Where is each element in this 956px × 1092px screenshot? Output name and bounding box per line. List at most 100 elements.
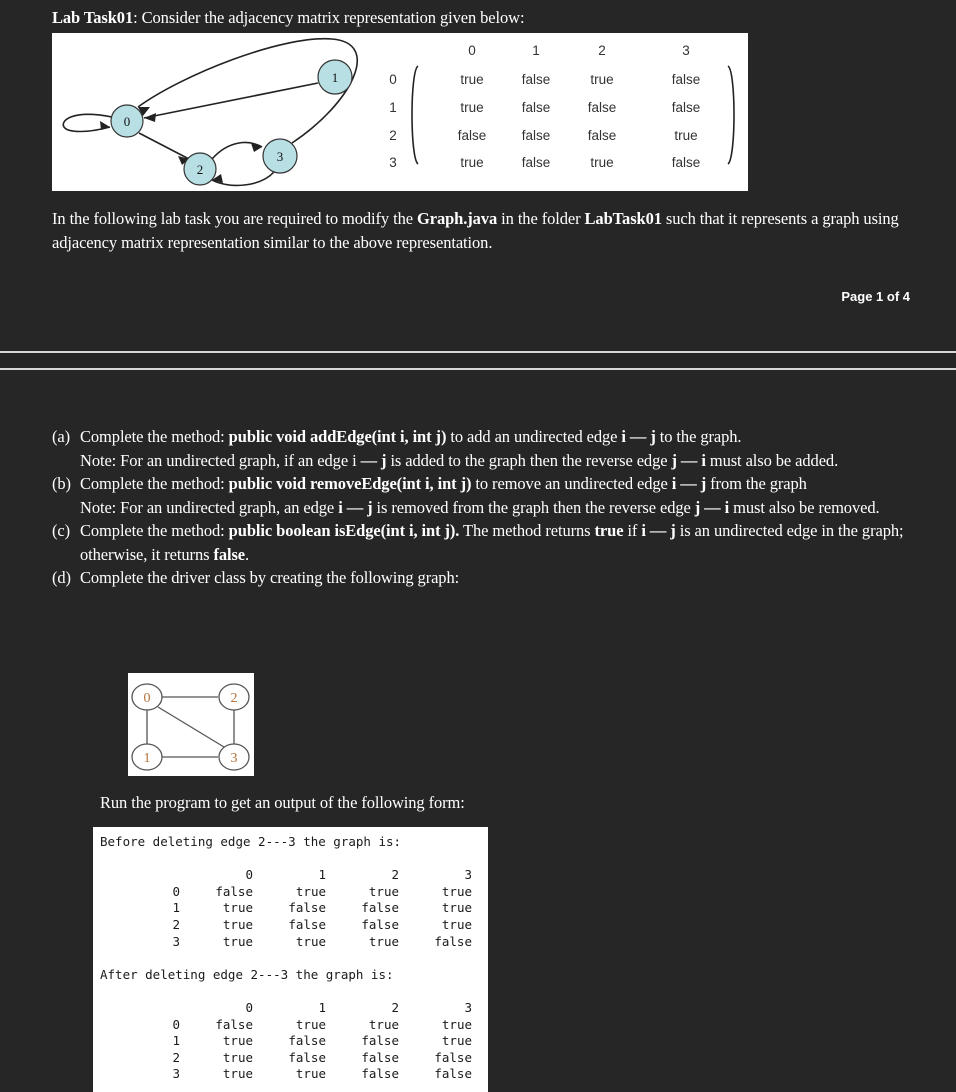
console-block1-col-3: 3 <box>464 867 472 883</box>
console-block1-col-2: 2 <box>391 867 399 883</box>
list-marker-a: (a) <box>52 427 71 446</box>
matrix-group: 0 1 2 3 0 1 2 3 true false true false tr… <box>389 43 735 170</box>
console-block1-corner <box>100 867 184 884</box>
item-c-mid: if <box>623 521 642 540</box>
list-item-a: (a) Complete the method: public void add… <box>52 425 912 472</box>
graph-nodes: 1 0 2 3 <box>110 59 353 186</box>
console-block1-cell-1-2: false <box>361 900 399 916</box>
page-title: Lab Task01: Consider the adjacency matri… <box>52 8 525 28</box>
list-marker-d: (d) <box>52 568 71 587</box>
console-block2-row-label-1: 1 <box>172 1033 180 1049</box>
console-block2-cell-3-3: false <box>434 1066 472 1082</box>
console-block2-cell-2-1: false <box>288 1049 326 1065</box>
console-blank-1 <box>100 851 488 868</box>
item-c-signature: public boolean isEdge(int i, int j). <box>228 521 460 540</box>
console-block2-cell-1-0: true <box>222 1033 253 1049</box>
table-row: 3 true true true false <box>100 934 476 951</box>
console-blank-2 <box>100 950 488 967</box>
matrix-col-header-3: 3 <box>682 43 690 58</box>
console-block2-cell-3-2: false <box>361 1066 399 1082</box>
matrix-cell-1-3: false <box>672 100 701 115</box>
item-b-note-tail: must also be removed. <box>729 497 880 517</box>
item-a-post: to add an undirected edge <box>446 427 622 446</box>
item-b-note: Note: For an undirected graph, an edge i… <box>80 496 912 520</box>
matrix-cell-1-2: false <box>588 100 617 115</box>
table-row: 3 true true false false <box>100 1066 476 1083</box>
matrix-cell-2-3: true <box>674 128 697 143</box>
console-block2-header: After deleting edge 2---3 the graph is: <box>100 966 394 982</box>
list-marker-b: (b) <box>52 474 71 493</box>
console-block2-cell-2-2: false <box>361 1049 399 1065</box>
item-b-note-mid: is removed from the graph then the rever… <box>372 497 695 517</box>
matrix-cell-3-1: false <box>522 155 551 170</box>
arrowhead-self-0 <box>100 121 110 130</box>
intro-text-2: in the folder <box>497 209 585 228</box>
item-d-text: Complete the driver class by creating th… <box>80 568 460 587</box>
mini-node-1-label: 1 <box>144 751 151 766</box>
driver-graph-figure: 0 2 1 3 <box>128 673 254 776</box>
item-a-tail: to the graph. <box>655 427 742 446</box>
item-b-note-pre: Note: For an undirected graph, an edge <box>80 497 339 517</box>
table-row: 0 false true true true <box>100 1017 476 1034</box>
matrix-cell-0-1: false <box>522 72 551 87</box>
console-block2-cell-1-3: true <box>441 1033 472 1049</box>
item-a-note-mid: is added to the graph then the reverse e… <box>386 450 672 470</box>
console-block1-row-label-2: 2 <box>172 916 180 932</box>
table-row: 1 true false false true <box>100 1033 476 1050</box>
item-b-tail: from the graph <box>706 474 807 493</box>
mini-node-0-label: 0 <box>144 691 151 706</box>
task-list: (a) Complete the method: public void add… <box>52 425 912 590</box>
page-number-text: Page 1 of 4 <box>841 289 910 304</box>
item-b-edge: i — j <box>671 474 707 493</box>
task-title-bold: Lab Task01 <box>52 8 134 27</box>
mini-edges <box>146 696 235 758</box>
list-marker-c: (c) <box>52 521 71 540</box>
run-program-instruction: Run the program to get an output of the … <box>100 793 465 813</box>
console-block1-cell-3-3: false <box>434 933 472 949</box>
console-block1-cell-0-3: true <box>441 883 472 899</box>
console-block1-cell-0-1: true <box>295 883 326 899</box>
item-c-pre: Complete the method: <box>80 521 229 540</box>
console-block1-col-0: 0 <box>245 867 253 883</box>
mini-node-3-label: 3 <box>231 751 238 766</box>
item-c-false: false <box>213 544 246 564</box>
item-a-pre: Complete the method: <box>80 427 229 446</box>
console-block1-table: 0 1 2 3 0 false true true true 1 true fa… <box>100 867 476 950</box>
console-block2-cell-0-3: true <box>441 1016 472 1032</box>
labtask01-ref: LabTask01 <box>584 209 662 228</box>
console-block2-cell-0-0: false <box>215 1016 253 1032</box>
matrix-cell-3-2: true <box>590 155 613 170</box>
console-block2-col-1: 1 <box>318 999 326 1015</box>
node-2-label: 2 <box>197 162 204 177</box>
table-row: 2 true false false true <box>100 917 476 934</box>
console-block2-row-label-2: 2 <box>172 1049 180 1065</box>
console-block1-header-row: 0 1 2 3 <box>100 867 476 884</box>
list-item-c: (c) Complete the method: public boolean … <box>52 519 912 566</box>
item-a-note-pre: Note: For an undirected graph, if an edg… <box>80 450 361 470</box>
console-block2-cell-3-1: true <box>295 1066 326 1082</box>
matrix-row-header-2: 2 <box>389 128 397 143</box>
matrix-row-header-3: 3 <box>389 155 397 170</box>
figure-svg: 1 0 2 3 0 1 2 3 0 1 2 3 true false true … <box>62 37 735 187</box>
console-block2-corner <box>100 1000 184 1017</box>
page-separator-top <box>0 351 956 353</box>
console-block1-cell-2-2: false <box>361 916 399 932</box>
edge-1-to-0 <box>143 82 319 119</box>
edge-0-to-2 <box>138 132 190 160</box>
matrix-bracket-right <box>727 65 735 165</box>
item-b-note-bold1: i — j <box>338 497 373 517</box>
list-item-b: (b) Complete the method: public void rem… <box>52 472 912 519</box>
node-3-label: 3 <box>277 149 284 164</box>
console-block1-cell-3-0: true <box>222 933 253 949</box>
matrix-bracket-left <box>411 65 419 165</box>
console-block1-cell-3-1: true <box>295 933 326 949</box>
item-b-note-bold2: j — i <box>694 497 730 517</box>
table-row: 0 false true true true <box>100 884 476 901</box>
table-row: 2 true false false false <box>100 1050 476 1067</box>
console-block1-cell-2-3: true <box>441 916 472 932</box>
item-b-pre: Complete the method: <box>80 474 229 493</box>
matrix-row-header-1: 1 <box>389 100 397 115</box>
driver-graph-svg: 0 2 1 3 <box>131 683 250 771</box>
item-a-note: Note: For an undirected graph, if an edg… <box>80 449 912 473</box>
item-a-signature: public void addEdge(int i, int j) <box>228 427 447 446</box>
